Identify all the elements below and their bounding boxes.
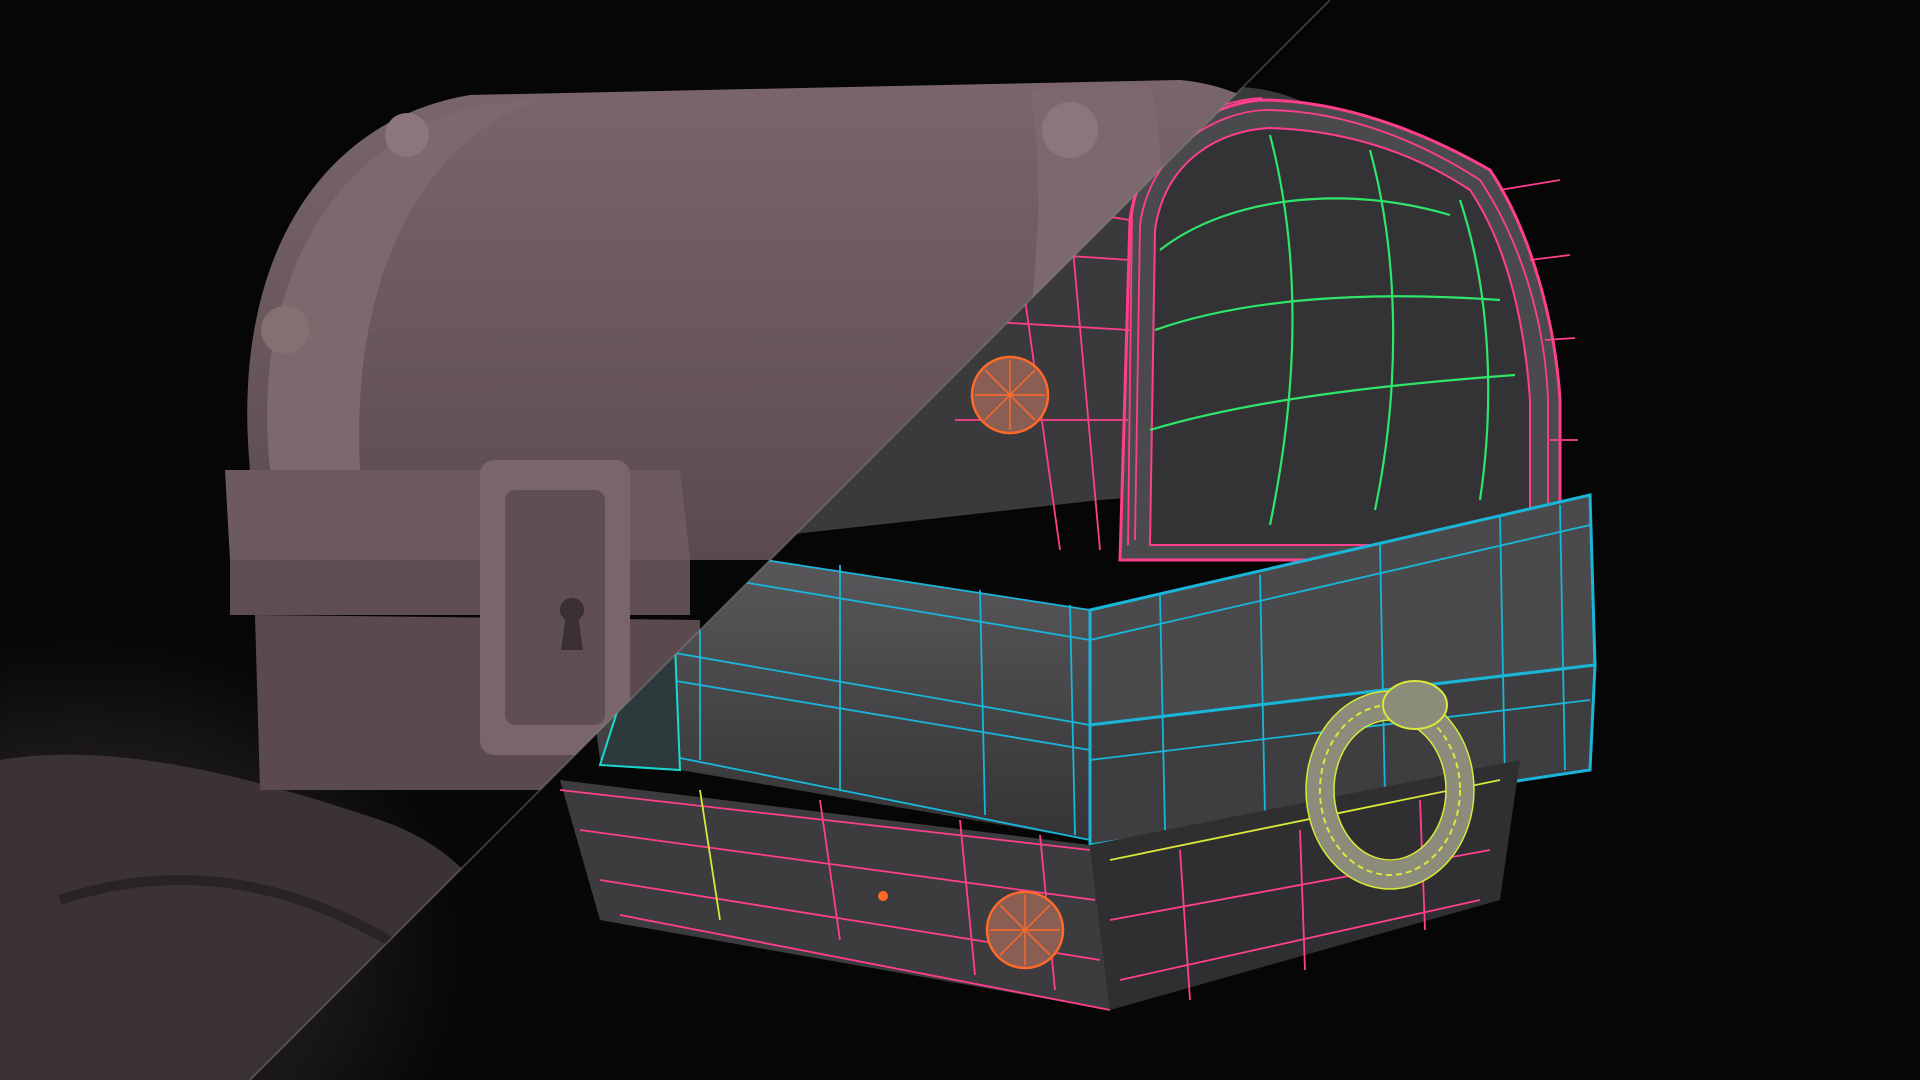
ring-mount	[1382, 680, 1448, 730]
rivet	[385, 113, 429, 157]
rivet	[261, 306, 309, 354]
vertex-marker	[878, 891, 888, 901]
chest-render-scene	[0, 0, 1920, 1080]
rivet-lower-grid	[990, 895, 1060, 965]
lock-plate-inner	[505, 490, 605, 725]
rivet-wire-grid	[975, 360, 1045, 430]
rivet	[1042, 102, 1098, 158]
